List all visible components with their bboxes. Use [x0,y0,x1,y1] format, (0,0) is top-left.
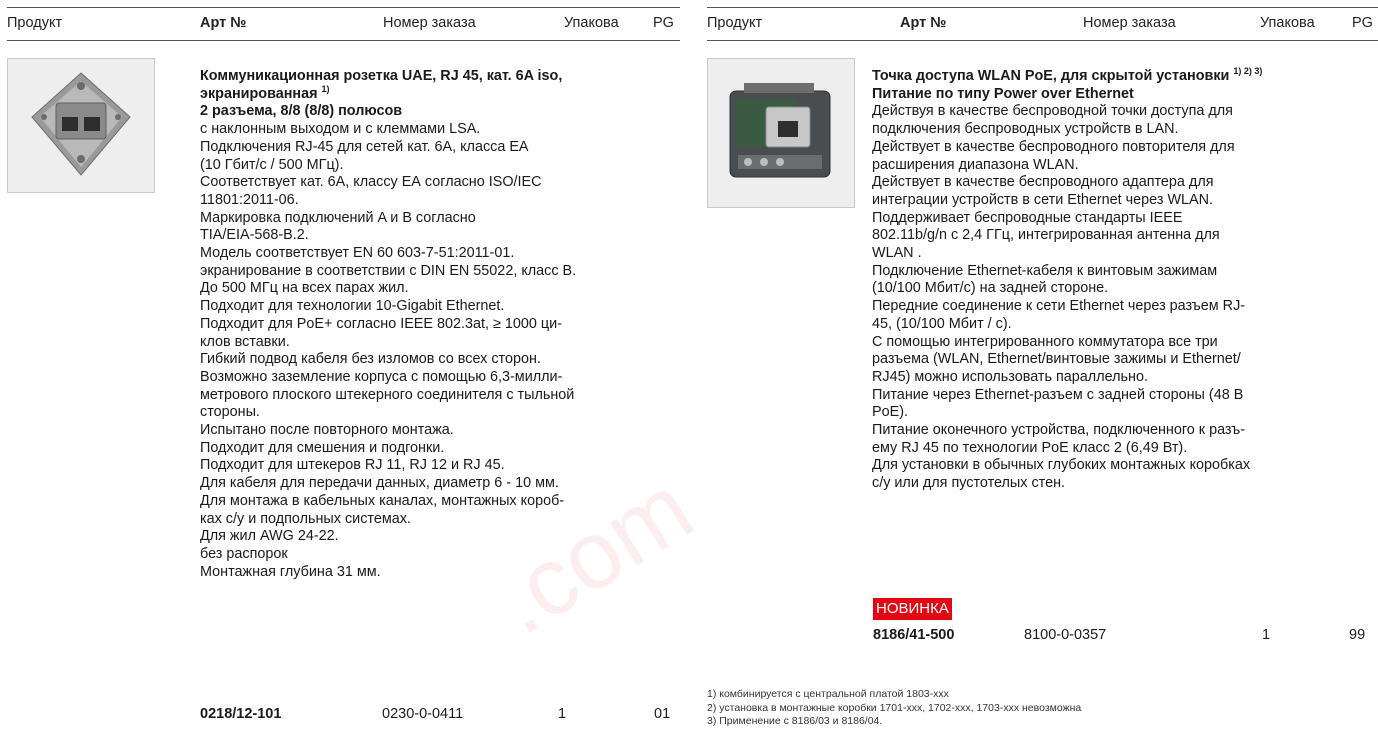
footnote: 3) Применение с 8186/03 и 8186/04. [707,715,883,727]
description-line: Соответствует кат. 6А, классу ЕА согласн… [200,174,542,191]
table-header: Продукт Арт № Номер заказа Упакова PG [707,7,1378,41]
description-line: ему RJ 45 по технологии PoE класс 2 (6,4… [872,439,1188,456]
order-number: 8100-0-0357 [1024,627,1107,643]
description-line: Действует в качестве беспроводного адапт… [872,174,1214,191]
description-line: Подходит для штекеров RJ 11, RJ 12 и RJ … [200,457,505,474]
footnote: 1) комбинируется с центральной платой 18… [707,688,949,700]
header-order-no: Номер заказа [1083,15,1176,31]
description-line: Для кабеля для передачи данных, диаметр … [200,475,559,492]
description-line: RJ45) можно использовать параллельно. [872,368,1148,385]
description-line: Возможно заземление корпуса с помощью 6,… [200,368,563,385]
product-subtitle: Питание по типу Power over Ethernet [872,85,1134,102]
product-subtitle: 2 разъема, 8/8 (8/8) полюсов [200,103,403,120]
description-line: без распорок [200,545,288,562]
description-line: До 500 МГц на всех парах жил. [200,280,409,297]
description-line: Гибкий подвод кабеля без изломов со всех… [200,351,541,368]
description-line: метрового плоского штекерного соединител… [200,386,575,403]
description-lines: Действуя в качестве беспроводной точки д… [872,103,1262,492]
description-line: экранирование в соответствии с DIN EN 55… [200,262,577,279]
description-line: ках с/у и подпольных системах. [200,510,411,527]
description-line: интеграции устройств в сети Ethernet чер… [872,191,1214,208]
description-line: с наклонным выходом и с клеммами LSA. [200,121,481,138]
description-line: Подключение Ethernet-кабеля к винтовым з… [872,262,1218,279]
description-line: 45, (10/100 Мбит / с). [872,315,1012,332]
description-line: С помощью интегрированного коммутатора в… [872,333,1218,350]
description-line: (10/100 Мбит/с) на задней стороне. [872,280,1109,297]
socket-illustration [8,59,154,192]
description-line: подключения беспроводных устройств в LAN… [872,121,1179,138]
header-art-no: Арт № [200,15,247,31]
access-point-illustration [708,59,854,207]
new-badge: НОВИНКА [873,598,952,620]
description-line: Передние соединение к сети Ethernet чере… [872,298,1246,315]
order-number: 0230-0-0411 [382,706,464,722]
description-line: клов вставки. [200,333,290,350]
product-title-line: Коммуникационная розетка UAE, RJ 45, кат… [200,68,563,84]
description-line: Модель соответствует EN 60 603-7-51:2011… [200,245,515,262]
description-line: Для установки в обычных глубоких монтажн… [872,457,1251,474]
description-line: (10 Гбит/с / 500 МГц). [200,156,344,173]
description-line: 11801:2011-06. [200,191,299,208]
header-pack: Упакова [1260,15,1315,31]
header-pg: PG [1352,15,1373,31]
description-line: WLAN . [872,245,922,262]
header-pg: PG [653,15,674,31]
description-line: Подходит для PoE+ согласно IEEE 802.3at,… [200,315,562,332]
table-header: Продукт Арт № Номер заказа Упакова PG [7,7,680,41]
pack-quantity: 1 [558,706,567,722]
header-product: Продукт [707,15,763,31]
header-order-no: Номер заказа [383,15,476,31]
product-image-wlan-ap [707,58,855,208]
description-line: Питание оконечного устройства, подключен… [872,422,1246,439]
description-line: Подходит для смешения и подгонки. [200,439,445,456]
description-line: Действует в качестве беспроводного повто… [872,138,1235,155]
description-line: стороны. [200,404,260,421]
description-line: PoE). [872,404,908,421]
description-line: Поддерживает беспроводные стандарты IEEE [872,209,1183,226]
footnote: 2) установка в монтажные коробки 1701-хх… [707,701,1082,714]
product-title-line: Точка доступа WLAN PoE, для скрытой уста… [872,66,1263,84]
product-image-uae-socket [7,58,155,193]
description-line: Подходит для технологии 10-Gigabit Ether… [200,298,505,315]
description-line: расширения диапазона WLAN. [872,156,1079,173]
footnote-mark: 1) [321,83,330,94]
pack-quantity: 1 [1262,627,1271,643]
price-group: 99 [1349,627,1366,643]
description-line: Для монтажа в кабельных каналах, монтажн… [200,492,565,509]
footnote-marks: 1) 2) 3) [1233,66,1263,77]
description-line: с/у или для пустотелых стен. [872,475,1066,492]
header-pack: Упакова [564,15,619,31]
description-line: Питание через Ethernet-разъем с задней с… [872,386,1244,403]
description-line: 802.11b/g/n с 2,4 ГГц, интегрированная а… [872,227,1220,244]
description-line: Испытано после повторного монтажа. [200,422,454,439]
article-number: 0218/12-101 [200,706,282,722]
description-line: Для жил AWG 24-22. [200,528,339,545]
product-title-line: экранированная 1) [200,83,330,102]
description-line: Подключения RJ-45 для сетей кат. 6А, кла… [200,138,529,155]
description-line: разъема (WLAN, Ethernet/винтовые зажимы … [872,351,1241,368]
description-line: TIA/EIA-568-B.2. [200,227,309,244]
description-line: Маркировка подключений A и B согласно [200,209,476,226]
product-description-uae: Коммуникационная розетка UAE, RJ 45, кат… [200,68,576,581]
description-lines: с наклонным выходом и с клеммами LSA. Под… [200,121,576,581]
article-number: 8186/41-500 [873,627,955,643]
price-group: 01 [654,706,671,722]
description-line: Монтажная глубина 31 мм. [200,563,381,580]
product-description-wlan: Точка доступа WLAN PoE, для скрытой уста… [872,66,1263,493]
header-art-no: Арт № [900,15,947,31]
header-product: Продукт [7,15,63,31]
description-line: Действуя в качестве беспроводной точки д… [872,103,1233,120]
footnotes: 1) комбинируется с центральной платой 18… [707,688,1081,729]
